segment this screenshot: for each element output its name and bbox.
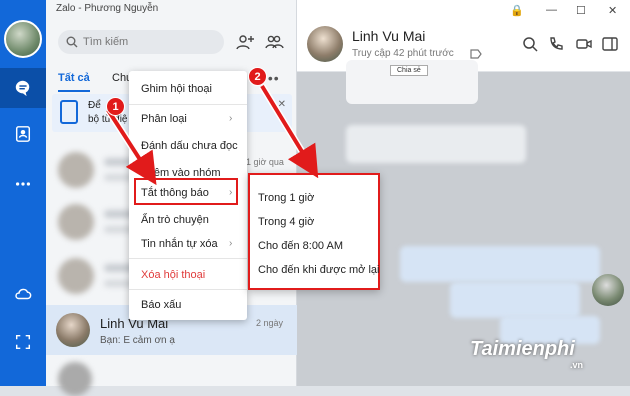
watermark-domain: .vn <box>570 360 584 370</box>
watermark-logo: Taimienphi .vn <box>470 338 583 370</box>
annotation-arrows <box>105 84 319 186</box>
watermark-brand: Taimienphi <box>470 338 575 360</box>
step-badge-2: 2 <box>248 67 267 86</box>
step-badge-1: 1 <box>106 97 125 116</box>
